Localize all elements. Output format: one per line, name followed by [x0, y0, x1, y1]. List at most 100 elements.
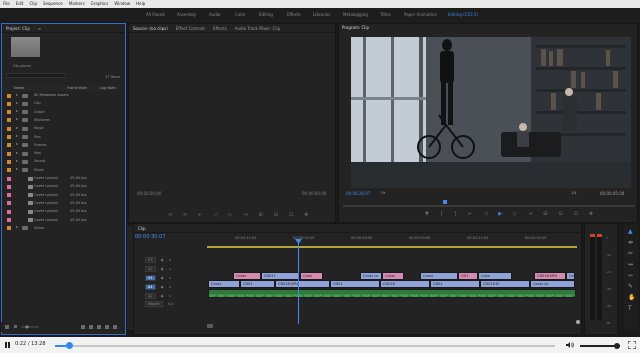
workspace-tab[interactable]: Editing (CS5.5) — [448, 12, 478, 17]
project-footer-icons[interactable] — [1, 322, 125, 332]
video-clip-v2[interactable]: CD016.MP4 — [534, 272, 566, 280]
source-tab[interactable]: Audio Track Mixer: Clip — [235, 26, 280, 31]
program-control-button[interactable]: ⇥ — [528, 211, 532, 217]
video-clip-v1[interactable]: CD01 — [240, 280, 275, 288]
label-color-swatch[interactable] — [7, 93, 11, 98]
workspace-tab[interactable]: Metalogging — [343, 12, 368, 17]
video-clip-v2[interactable]: Cove — [300, 272, 323, 280]
clip-row[interactable]: Cover Locked 25,00 fps — [3, 183, 123, 190]
tool-icon[interactable]: T — [628, 306, 634, 312]
source-control-button[interactable]: ⇥ — [243, 212, 247, 218]
work-area-bar[interactable] — [207, 246, 577, 248]
menu-graphics[interactable]: Graphics — [91, 0, 109, 8]
tool-icon[interactable]: ✂ — [628, 251, 634, 257]
tool-icon[interactable]: ⇿ — [628, 273, 634, 279]
lock-icon[interactable]: ▫ — [169, 258, 171, 262]
fit-dropdown[interactable]: Fit — [381, 191, 385, 195]
track-target-toggle[interactable]: V2 — [145, 265, 156, 272]
video-clip-v1[interactable]: Cover — [208, 280, 240, 288]
label-color-swatch[interactable] — [7, 176, 11, 181]
bin-row[interactable]: Music — [3, 125, 123, 132]
program-control-button[interactable]: ⊡ — [574, 211, 578, 217]
source-control-button[interactable]: ⊡ — [289, 212, 293, 218]
lock-icon[interactable]: ▫ — [169, 267, 171, 271]
program-control-button[interactable]: } — [454, 211, 457, 217]
track-target-toggle[interactable]: A2 — [145, 292, 156, 299]
source-control-button[interactable]: ▷ — [228, 212, 232, 218]
program-control-button[interactable]: ⊞ — [543, 211, 547, 217]
column-log-note[interactable]: Log Note — [100, 86, 116, 90]
program-tab[interactable]: Program: Clip — [342, 25, 369, 30]
volume-icon[interactable] — [566, 341, 574, 349]
player-seek-knob[interactable] — [65, 342, 73, 349]
track-target-toggle[interactable]: V3 — [145, 256, 156, 263]
disclosure-triangle-icon[interactable] — [16, 135, 18, 137]
bin-row[interactable]: Stock — [3, 167, 123, 174]
label-color-swatch[interactable] — [7, 193, 11, 198]
source-tab[interactable]: Effects — [213, 26, 227, 31]
master-volume-value[interactable]: 0,0 — [168, 302, 174, 306]
source-control-button[interactable]: ⊟ — [274, 212, 278, 218]
menu-file[interactable]: File — [3, 0, 10, 8]
label-color-swatch[interactable] — [7, 184, 11, 189]
eye-icon[interactable]: ◉ — [161, 294, 164, 298]
eye-icon[interactable]: ◉ — [161, 258, 164, 262]
video-clip-v1[interactable]: CD01 — [330, 280, 380, 288]
eye-icon[interactable]: ◉ — [161, 276, 164, 280]
program-control-button[interactable]: ◁ — [483, 211, 487, 217]
video-clip-v1[interactable]: CD018.MP4 — [275, 280, 330, 288]
bin-row[interactable]: Pics — [3, 134, 123, 141]
eye-icon[interactable]: ◉ — [161, 267, 164, 271]
menu-sequence[interactable]: Sequence — [43, 0, 63, 8]
tool-icon[interactable]: ⇹ — [628, 240, 634, 246]
disclosure-triangle-icon[interactable] — [16, 126, 18, 129]
video-clip-v2[interactable]: Cover — [382, 272, 404, 280]
workspace-tab[interactable]: All Panels — [146, 12, 165, 17]
video-clip-v1[interactable]: CD01 — [430, 280, 480, 288]
audio-clip-a1[interactable] — [208, 289, 576, 298]
bin-row[interactable]: Clip — [3, 100, 123, 107]
disclosure-triangle-icon[interactable] — [16, 168, 18, 171]
video-clip-v1[interactable]: CD018.M — [480, 280, 530, 288]
disclosure-triangle-icon[interactable] — [16, 110, 18, 113]
bin-row[interactable]: Multicam — [3, 117, 123, 124]
label-color-swatch[interactable] — [7, 209, 11, 214]
timeline-zoom-handle[interactable] — [576, 320, 580, 324]
program-timecode[interactable]: 00:00:26:07 — [346, 191, 370, 196]
track-target-toggle[interactable]: Master — [145, 300, 163, 307]
workspace-tab[interactable]: Editing — [259, 12, 273, 17]
label-color-swatch[interactable] — [7, 110, 11, 115]
source-control-button[interactable]: ✚ — [304, 212, 308, 218]
workspace-tab[interactable]: Color — [235, 12, 245, 17]
source-control-button[interactable]: ◁ — [214, 212, 218, 218]
source-control-button[interactable]: ⇤ — [198, 212, 202, 218]
program-control-button[interactable]: ▶ — [498, 211, 502, 217]
video-clip-v2[interactable]: Cover — [420, 272, 458, 280]
disclosure-triangle-icon[interactable] — [16, 151, 18, 154]
menu-window[interactable]: Window — [114, 0, 130, 8]
project-tab[interactable]: Project: Clip — [6, 26, 30, 31]
clip-row[interactable]: Cover Locked 25,00 fps — [3, 175, 123, 182]
program-playhead[interactable] — [443, 200, 447, 204]
source-control-button[interactable]: ⊳ — [183, 212, 187, 218]
timeline-tab[interactable]: Clip — [138, 226, 146, 231]
timeline-playhead[interactable] — [298, 240, 299, 324]
clip-row[interactable]: Cover Locked 25,00 fps — [3, 200, 123, 207]
label-color-swatch[interactable] — [7, 118, 11, 123]
pause-icon[interactable] — [5, 342, 10, 348]
disclosure-triangle-icon[interactable] — [16, 226, 18, 229]
label-color-swatch[interactable] — [7, 143, 11, 148]
fullscreen-icon[interactable] — [628, 341, 636, 349]
program-control-button[interactable]: ✚ — [589, 211, 593, 217]
tool-icon[interactable]: ▲ — [628, 229, 634, 235]
disclosure-triangle-icon[interactable] — [16, 93, 18, 96]
bin-row[interactable]: All Metadata Assets — [3, 92, 123, 99]
video-clip-v2[interactable]: CD011 — [261, 272, 300, 280]
bin-row[interactable]: Seq — [3, 150, 123, 157]
tool-icon[interactable]: ✎ — [628, 284, 634, 290]
label-color-swatch[interactable] — [7, 159, 11, 164]
source-control-button[interactable]: ⊲ — [168, 212, 172, 218]
column-name[interactable]: Name — [14, 86, 24, 90]
disclosure-triangle-icon[interactable] — [16, 101, 18, 104]
workspace-tab[interactable]: Paper Animation — [404, 12, 437, 17]
